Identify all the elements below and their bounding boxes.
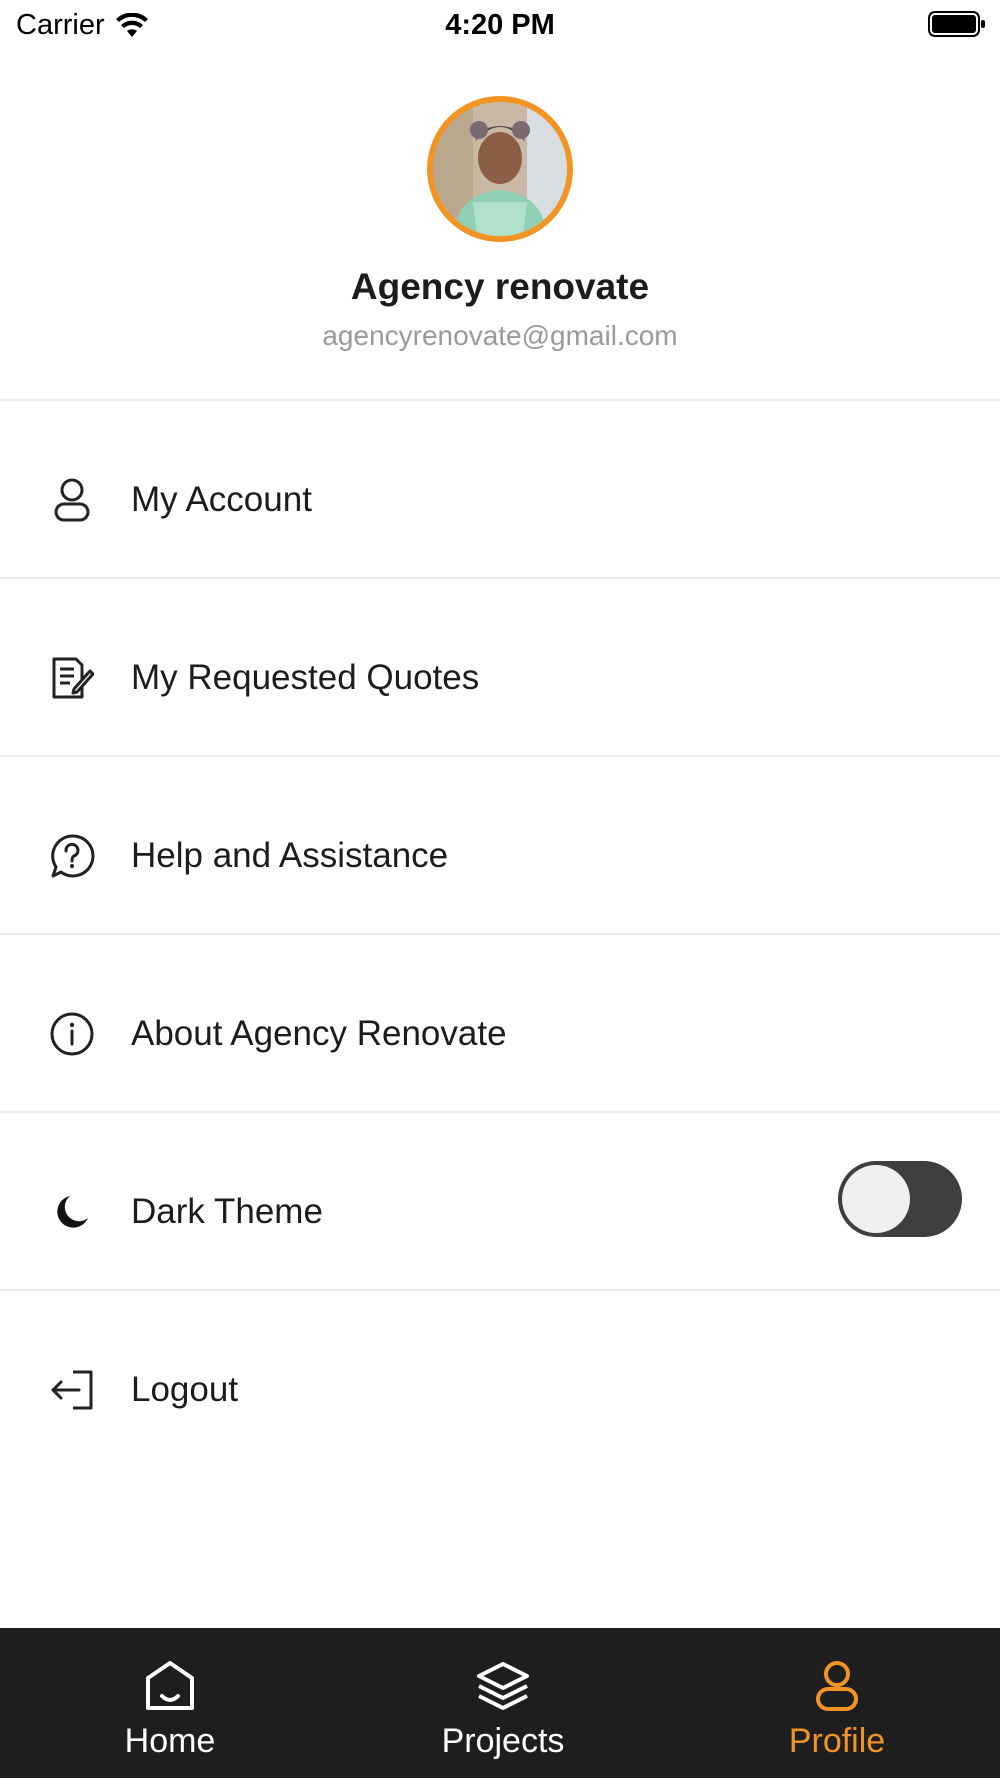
tab-profile[interactable]: Profile [737, 1628, 937, 1778]
menu-item-logout[interactable]: Logout [0, 1302, 1000, 1478]
tab-label: Profile [788, 1722, 886, 1760]
menu-item-label: About Agency Renovate [131, 1014, 507, 1053]
tab-projects[interactable]: Projects [403, 1628, 603, 1778]
avatar-photo [433, 102, 567, 236]
user-icon [48, 476, 96, 524]
tab-label: Projects [441, 1722, 565, 1760]
menu-item-label: My Account [131, 480, 312, 519]
layers-icon [477, 1662, 529, 1710]
bottom-nav: Home Projects Profile [0, 1628, 1000, 1778]
home-icon [146, 1661, 194, 1710]
tab-home[interactable]: Home [70, 1628, 270, 1778]
user-icon [816, 1661, 858, 1711]
tab-label: Home [124, 1722, 216, 1760]
status-bar: Carrier 4:20 PM [0, 0, 1000, 50]
menu-item-label: Logout [131, 1370, 239, 1409]
moon-icon [48, 1188, 96, 1236]
menu-item-my-requested-quotes[interactable]: My Requested Quotes [0, 590, 1000, 766]
profile-email: agencyrenovate@gmail.com [322, 320, 678, 351]
battery-icon [928, 11, 985, 37]
divider [0, 577, 1000, 579]
menu-item-about[interactable]: About Agency Renovate [0, 946, 1000, 1122]
menu-item-label: Dark Theme [131, 1192, 323, 1231]
profile-name: Agency renovate [350, 266, 650, 307]
menu-item-dark-theme: Dark Theme [0, 1124, 1000, 1300]
divider [0, 755, 1000, 757]
divider [0, 399, 1000, 401]
help-bubble-icon [48, 832, 96, 880]
logout-icon [48, 1366, 96, 1414]
info-icon [48, 1010, 96, 1058]
divider [0, 933, 1000, 935]
status-time: 4:20 PM [445, 9, 555, 41]
divider [0, 1111, 1000, 1113]
toggle-knob [842, 1165, 910, 1233]
divider [0, 1289, 1000, 1291]
person-photo-icon [433, 102, 567, 236]
menu-item-my-account[interactable]: My Account [0, 412, 1000, 588]
dark-theme-toggle[interactable] [838, 1161, 962, 1237]
avatar[interactable] [427, 96, 573, 242]
menu-item-help-and-assistance[interactable]: Help and Assistance [0, 768, 1000, 944]
menu-item-label: Help and Assistance [131, 836, 449, 875]
menu-item-label: My Requested Quotes [131, 658, 480, 697]
document-edit-icon [48, 654, 96, 702]
